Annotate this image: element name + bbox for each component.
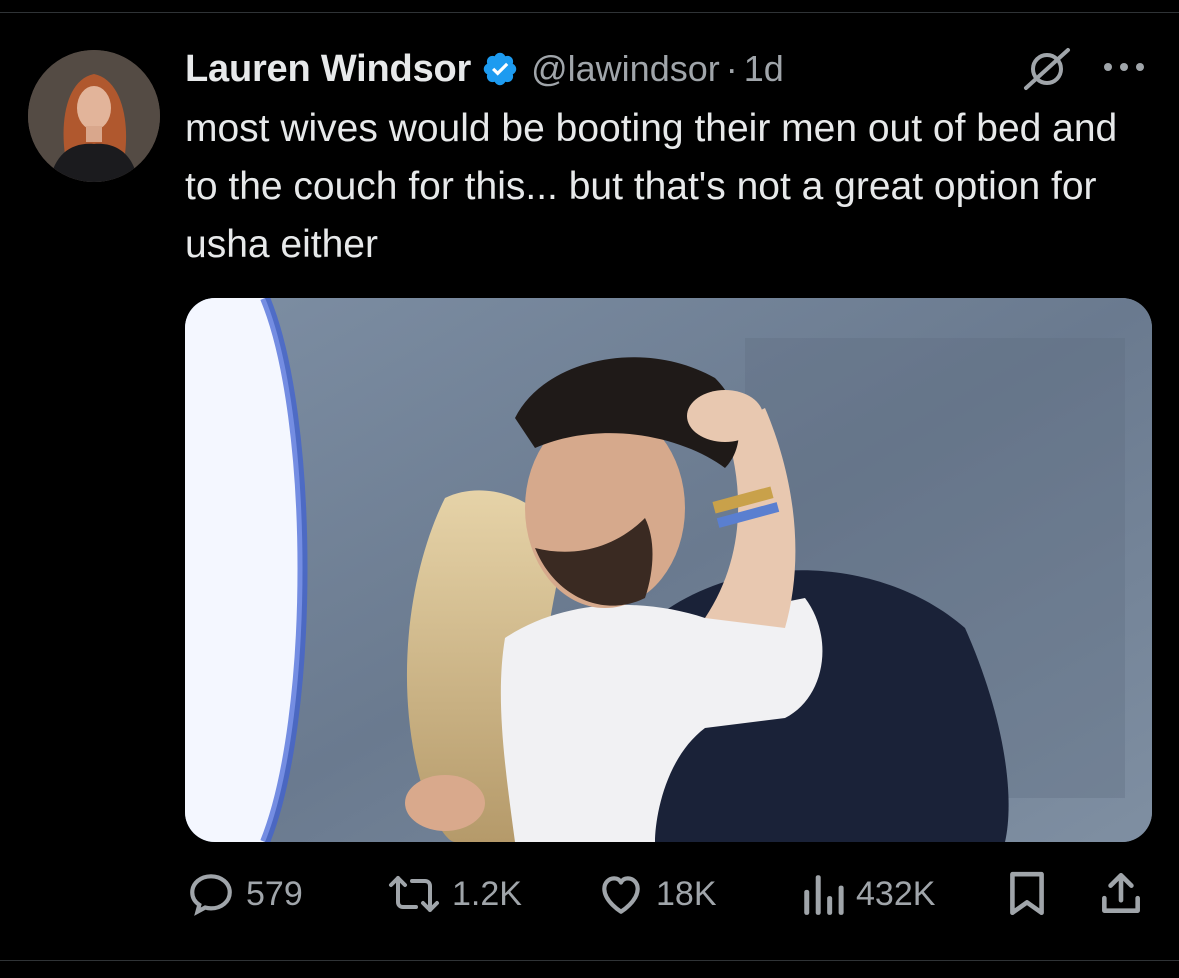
retweet-button[interactable]: 1.2K	[386, 862, 522, 926]
tweet-header: Lauren Windsor @lawindsor · 1d	[185, 44, 784, 94]
views-count: 432K	[856, 874, 936, 913]
like-button[interactable]: 18K	[596, 862, 717, 926]
like-icon	[596, 869, 646, 919]
verified-badge-icon[interactable]	[481, 50, 519, 88]
bottom-divider	[0, 960, 1179, 961]
retweet-count: 1.2K	[452, 874, 522, 913]
tweet-text: most wives would be booting their men ou…	[185, 107, 1118, 266]
bookmark-button[interactable]	[1004, 862, 1050, 926]
reply-count: 579	[246, 874, 303, 913]
grok-icon[interactable]	[1020, 46, 1074, 92]
author-handle[interactable]: @lawindsor	[531, 48, 720, 90]
tweet-photo[interactable]	[185, 298, 1152, 842]
views-button[interactable]: 432K	[800, 862, 935, 926]
author-avatar[interactable]	[28, 50, 160, 182]
top-divider	[0, 12, 1179, 13]
separator-dot: ·	[725, 48, 738, 89]
share-button[interactable]	[1096, 862, 1146, 926]
avatar-image	[28, 50, 160, 182]
bookmark-icon	[1004, 869, 1050, 919]
more-options-icon[interactable]	[1100, 52, 1148, 82]
share-icon	[1096, 869, 1146, 919]
tweet-timestamp[interactable]: 1d	[744, 48, 784, 90]
tweet-action-bar: 579 1.2K 18K 432K	[0, 862, 1179, 926]
views-icon	[800, 869, 846, 919]
reply-icon	[186, 869, 236, 919]
retweet-icon	[386, 869, 442, 919]
reply-button[interactable]: 579	[186, 862, 303, 926]
photo-couple-hugging-image	[185, 298, 1152, 842]
like-count: 18K	[656, 874, 717, 913]
author-display-name[interactable]: Lauren Windsor	[185, 48, 471, 91]
